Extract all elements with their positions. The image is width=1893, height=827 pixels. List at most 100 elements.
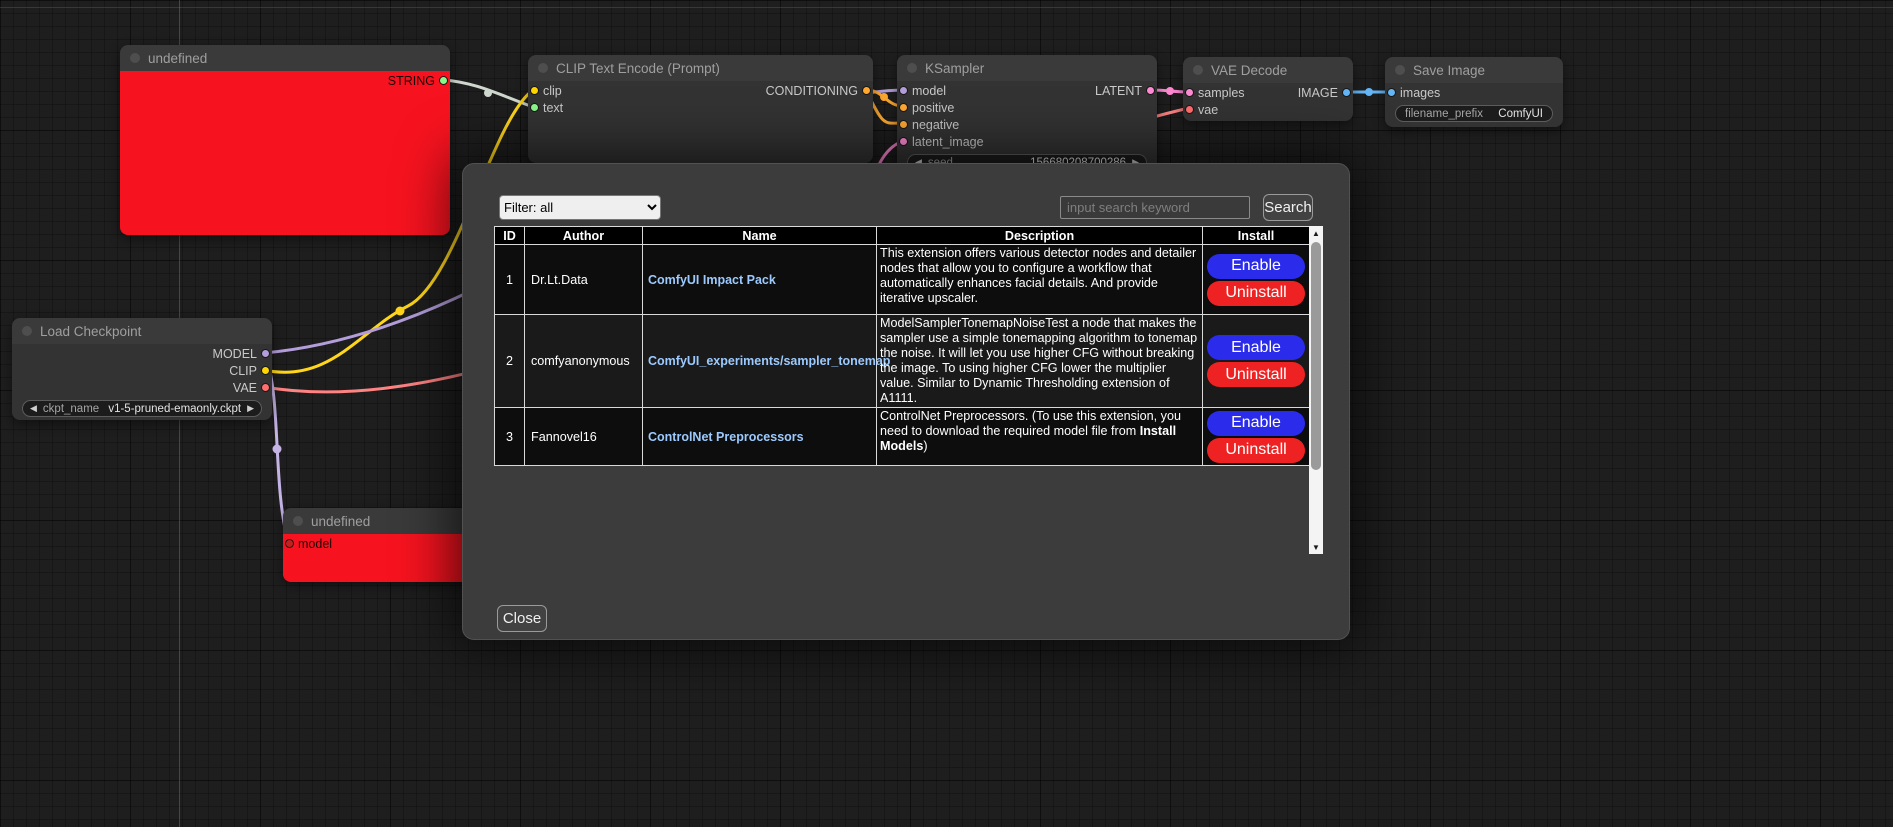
input-slot-text[interactable] (530, 103, 539, 112)
enable-button[interactable]: Enable (1207, 335, 1305, 360)
cell-author: Fannovel16 (525, 408, 643, 466)
node-title-text: KSampler (925, 61, 984, 76)
slot-row: positive (897, 99, 1157, 116)
output-slot-label: STRING (388, 74, 435, 88)
cell-author: comfyanonymous (525, 315, 643, 408)
slot-row: images (1385, 84, 1563, 101)
node-load-checkpoint[interactable]: Load Checkpoint MODEL CLIP VAE ◀ ckpt_na… (12, 318, 272, 420)
extension-link[interactable]: ComfyUI Impact Pack (648, 273, 776, 287)
node-vae-decode[interactable]: VAE Decode samples IMAGE vae (1183, 57, 1353, 121)
col-header-description: Description (877, 227, 1203, 245)
node-titlebar[interactable]: Load Checkpoint (12, 318, 272, 344)
extension-manager-dialog: Filter: all Search ID Author Name Descri… (462, 163, 1350, 640)
cell-author: Dr.Lt.Data (525, 245, 643, 315)
extension-table: ID Author Name Description Install 1 Dr.… (494, 226, 1310, 466)
slot-row: samples IMAGE (1183, 84, 1353, 101)
enable-button[interactable]: Enable (1207, 254, 1305, 279)
table-header-row: ID Author Name Description Install (495, 227, 1310, 245)
cell-description: ControlNet Preprocessors. (To use this e… (877, 408, 1203, 466)
node-title-text: CLIP Text Encode (Prompt) (556, 61, 720, 76)
col-header-id: ID (495, 227, 525, 245)
filename-prefix-widget[interactable]: filename_prefix ComfyUI (1395, 105, 1553, 122)
output-slot-label: VAE (233, 381, 257, 395)
node-titlebar[interactable]: Save Image (1385, 57, 1563, 83)
col-header-author: Author (525, 227, 643, 245)
output-slot-image[interactable] (1342, 88, 1351, 97)
node-clip-text-encode[interactable]: CLIP Text Encode (Prompt) clip CONDITION… (528, 55, 873, 163)
increment-icon[interactable]: ▶ (247, 403, 254, 414)
col-header-install: Install (1203, 227, 1310, 245)
output-slot-label: MODEL (213, 347, 257, 361)
scroll-up-icon[interactable]: ▲ (1309, 226, 1323, 240)
input-slot-positive[interactable] (899, 103, 908, 112)
output-slot-label: LATENT (1095, 84, 1142, 98)
input-slot-negative[interactable] (899, 120, 908, 129)
collapse-dot-icon[interactable] (907, 63, 917, 73)
decrement-icon[interactable]: ◀ (30, 403, 37, 414)
table-row: 3 Fannovel16 ControlNet Preprocessors Co… (495, 408, 1310, 466)
collapse-dot-icon[interactable] (1193, 65, 1203, 75)
collapse-dot-icon[interactable] (22, 326, 32, 336)
slot-row: clip CONDITIONING (528, 82, 873, 99)
cell-description: This extension offers various detector n… (877, 245, 1203, 315)
output-slot-model[interactable] (261, 349, 270, 358)
input-slot-model[interactable] (285, 539, 294, 548)
filter-select[interactable]: Filter: all (499, 195, 661, 220)
node-titlebar[interactable]: CLIP Text Encode (Prompt) (528, 55, 873, 81)
uninstall-button[interactable]: Uninstall (1207, 281, 1305, 306)
output-slot-conditioning[interactable] (862, 86, 871, 95)
output-slot-string[interactable] (439, 76, 448, 85)
extension-link[interactable]: ComfyUI_experiments/sampler_tonemap (648, 354, 890, 368)
output-slot-label: CONDITIONING (766, 84, 858, 98)
cell-id: 1 (495, 245, 525, 315)
output-slot-latent[interactable] (1146, 86, 1155, 95)
extension-link[interactable]: ControlNet Preprocessors (648, 430, 804, 444)
scrollbar-thumb[interactable] (1311, 242, 1321, 470)
slot-row: CLIP (12, 362, 272, 379)
table-row: 1 Dr.Lt.Data ComfyUI Impact Pack This ex… (495, 245, 1310, 315)
collapse-dot-icon[interactable] (293, 516, 303, 526)
input-slot-samples[interactable] (1185, 88, 1194, 97)
node-save-image[interactable]: Save Image images filename_prefix ComfyU… (1385, 57, 1563, 127)
slot-row: VAE (12, 379, 272, 396)
collapse-dot-icon[interactable] (1395, 65, 1405, 75)
node-titlebar[interactable]: undefined (120, 45, 450, 71)
cell-id: 2 (495, 315, 525, 408)
node-ksampler[interactable]: KSampler model LATENT positive negative … (897, 55, 1157, 173)
slot-row: text (528, 99, 873, 116)
uninstall-button[interactable]: Uninstall (1207, 438, 1305, 463)
input-slot-latent-image[interactable] (899, 137, 908, 146)
cell-id: 3 (495, 408, 525, 466)
enable-button[interactable]: Enable (1207, 411, 1305, 436)
node-title-text: VAE Decode (1211, 63, 1287, 78)
close-button[interactable]: Close (497, 605, 547, 632)
input-slot-clip[interactable] (530, 86, 539, 95)
search-input[interactable] (1060, 196, 1250, 219)
node-titlebar[interactable]: VAE Decode (1183, 57, 1353, 83)
input-slot-vae[interactable] (1185, 105, 1194, 114)
output-slot-label: IMAGE (1298, 86, 1338, 100)
table-scrollbar[interactable]: ▲ ▼ (1309, 226, 1323, 554)
output-slot-vae[interactable] (261, 383, 270, 392)
table-row: 2 comfyanonymous ComfyUI_experiments/sam… (495, 315, 1310, 408)
extension-table-container: ID Author Name Description Install 1 Dr.… (494, 226, 1323, 554)
node-titlebar[interactable]: KSampler (897, 55, 1157, 81)
node-title-text: Load Checkpoint (40, 324, 141, 339)
slot-row: negative (897, 116, 1157, 133)
node-undefined-top[interactable]: undefined STRING (120, 45, 450, 235)
slot-row: vae (1183, 101, 1353, 118)
col-header-name: Name (643, 227, 877, 245)
collapse-dot-icon[interactable] (130, 53, 140, 63)
node-title-text: undefined (311, 514, 370, 529)
slot-row: latent_image (897, 133, 1157, 150)
node-graph-canvas[interactable]: undefined STRING CLIP Text Encode (Promp… (0, 0, 1893, 827)
search-button[interactable]: Search (1263, 194, 1313, 221)
output-slot-clip[interactable] (261, 366, 270, 375)
collapse-dot-icon[interactable] (538, 63, 548, 73)
input-slot-model[interactable] (899, 86, 908, 95)
slot-row: model LATENT (897, 82, 1157, 99)
scroll-down-icon[interactable]: ▼ (1309, 540, 1323, 554)
input-slot-images[interactable] (1387, 88, 1396, 97)
uninstall-button[interactable]: Uninstall (1207, 362, 1305, 387)
ckpt-name-widget[interactable]: ◀ ckpt_name v1-5-pruned-emaonly.ckpt ▶ (22, 400, 262, 417)
